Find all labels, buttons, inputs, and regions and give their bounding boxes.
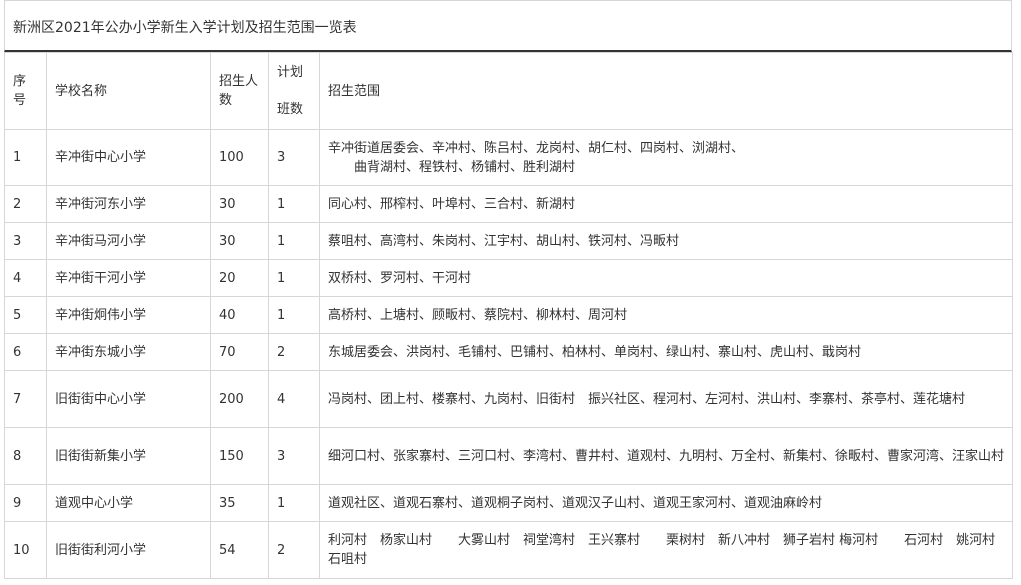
row-school: 辛冲街炯伟小学 [46, 296, 211, 334]
header-enroll: 招生人 数 [210, 52, 269, 130]
range-line: 利河村 杨家山村 大雾山村 祠堂湾村 王兴寨村 栗树村 新八冲村 狮子岩村 梅河… [328, 533, 996, 567]
row-no: 3 [4, 222, 47, 260]
range-line: 高桥村、上塘村、顾畈村、蔡院村、柳林村、周河村 [328, 307, 628, 323]
row-range: 东城居委会、洪岗村、毛铺村、巴铺村、柏林村、单岗村、绿山村、寨山村、虎山村、戢岗… [319, 333, 1013, 371]
table-row: 6 辛冲街东城小学 70 2 东城居委会、洪岗村、毛铺村、巴铺村、柏林村、单岗村、绿山村… [4, 333, 1013, 371]
row-no: 9 [4, 484, 47, 522]
header-school: 学校名称 [46, 52, 211, 130]
table-row: 2 辛冲街河东小学 30 1 同心村、邢榨村、叶埠村、三合村、新湖村 [4, 185, 1013, 223]
header-range: 招生范围 [319, 52, 1013, 130]
row-school: 旧街街新集小学 [46, 427, 211, 485]
row-no: 8 [4, 427, 47, 485]
row-classes: 1 [268, 296, 320, 334]
header-plan: 计划 班数 [268, 52, 320, 130]
row-range: 道观社区、道观石寨村、道观桐子岗村、道观汉子山村、道观王家河村、道观油麻岭村 [319, 484, 1013, 522]
page-title: 新洲区2021年公办小学新生入学计划及招生范围一览表 [4, 0, 1012, 52]
range-line: 辛冲街道居委会、辛冲村、陈吕村、龙岗村、胡仁村、四岗村、浏湖村、 [328, 140, 745, 156]
row-school: 道观中心小学 [46, 484, 211, 522]
row-enroll: 30 [210, 185, 269, 223]
range-line: 双桥村、罗河村、干河村 [328, 270, 472, 286]
header-plan-line2: 班数 [277, 102, 304, 117]
row-range: 高桥村、上塘村、顾畈村、蔡院村、柳林村、周河村 [319, 296, 1013, 334]
row-school: 旧街街中心小学 [46, 370, 211, 428]
row-range: 利河村 杨家山村 大雾山村 祠堂湾村 王兴寨村 栗树村 新八冲村 狮子岩村 梅河… [319, 521, 1013, 579]
row-no: 2 [4, 185, 47, 223]
row-enroll: 54 [210, 521, 269, 579]
table-row: 4 辛冲街干河小学 20 1 双桥村、罗河村、干河村 [4, 259, 1013, 297]
row-school: 辛冲街河东小学 [46, 185, 211, 223]
table-container: 新洲区2021年公办小学新生入学计划及招生范围一览表 序 号 学校名称 招生人 … [4, 0, 1013, 579]
table-row: 5 辛冲街炯伟小学 40 1 高桥村、上塘村、顾畈村、蔡院村、柳林村、周河村 [4, 296, 1013, 334]
table-body: 序 号 学校名称 招生人 数 计划 班数 招生范围 1 辛冲街中心小学 100 3 辛冲… [4, 52, 1013, 579]
header-no-line1: 序 [13, 74, 27, 89]
row-enroll: 70 [210, 333, 269, 371]
table-row: 3 辛冲街马河小学 30 1 蔡咀村、高湾村、朱岗村、江宇村、胡山村、铁河村、冯畈村 [4, 222, 1013, 260]
range-line: 曲背湖村、程铁村、杨铺村、胜利湖村 [354, 159, 576, 175]
range-line: 冯岗村、团上村、楼寨村、九岗村、旧街村 振兴社区、程河村、左河村、洪山村、李寨村… [328, 391, 966, 407]
range-line: 蔡咀村、高湾村、朱岗村、江宇村、胡山村、铁河村、冯畈村 [328, 233, 680, 249]
row-classes: 1 [268, 185, 320, 223]
row-school: 旧街街利河小学 [46, 521, 211, 579]
row-classes: 4 [268, 370, 320, 428]
row-enroll: 40 [210, 296, 269, 334]
row-no: 7 [4, 370, 47, 428]
header-enroll-line1: 招生人 [219, 74, 259, 89]
row-range: 细河口村、张家寨村、三河口村、李湾村、曹井村、道观村、九明村、万全村、新集村、徐… [319, 427, 1013, 485]
row-enroll: 20 [210, 259, 269, 297]
row-range: 辛冲街道居委会、辛冲村、陈吕村、龙岗村、胡仁村、四岗村、浏湖村、曲背湖村、程铁村… [319, 129, 1013, 186]
row-enroll: 200 [210, 370, 269, 428]
row-classes: 1 [268, 222, 320, 260]
row-enroll: 100 [210, 129, 269, 186]
row-no: 10 [4, 521, 47, 579]
row-enroll: 30 [210, 222, 269, 260]
row-enroll: 35 [210, 484, 269, 522]
range-line: 同心村、邢榨村、叶埠村、三合村、新湖村 [328, 196, 576, 212]
row-no: 4 [4, 259, 47, 297]
row-classes: 1 [268, 484, 320, 522]
header-no: 序 号 [4, 52, 47, 130]
range-line: 道观社区、道观石寨村、道观桐子岗村、道观汉子山村、道观王家河村、道观油麻岭村 [328, 495, 823, 511]
table-row: 8 旧街街新集小学 150 3 细河口村、张家寨村、三河口村、李湾村、曹井村、道观村、九… [4, 427, 1013, 485]
row-range: 双桥村、罗河村、干河村 [319, 259, 1013, 297]
table-row: 7 旧街街中心小学 200 4 冯岗村、团上村、楼寨村、九岗村、旧街村 振兴社区、程河村… [4, 370, 1013, 428]
row-school: 辛冲街中心小学 [46, 129, 211, 186]
table-header-row: 序 号 学校名称 招生人 数 计划 班数 招生范围 [4, 52, 1013, 130]
row-school: 辛冲街干河小学 [46, 259, 211, 297]
row-enroll: 150 [210, 427, 269, 485]
row-range: 蔡咀村、高湾村、朱岗村、江宇村、胡山村、铁河村、冯畈村 [319, 222, 1013, 260]
range-line: 东城居委会、洪岗村、毛铺村、巴铺村、柏林村、单岗村、绿山村、寨山村、虎山村、戢岗… [328, 344, 862, 360]
enrollment-table: 序 号 学校名称 招生人 数 计划 班数 招生范围 1 辛冲街中心小学 100 3 辛冲… [4, 52, 1013, 579]
header-no-line2: 号 [13, 93, 27, 108]
table-row: 9 道观中心小学 35 1 道观社区、道观石寨村、道观桐子岗村、道观汉子山村、道观王家河… [4, 484, 1013, 522]
row-classes: 2 [268, 333, 320, 371]
row-school: 辛冲街东城小学 [46, 333, 211, 371]
row-classes: 3 [268, 129, 320, 186]
header-enroll-line2: 数 [219, 93, 233, 108]
table-row: 1 辛冲街中心小学 100 3 辛冲街道居委会、辛冲村、陈吕村、龙岗村、胡仁村、四岗村、… [4, 129, 1013, 186]
row-classes: 1 [268, 259, 320, 297]
range-line: 细河口村、张家寨村、三河口村、李湾村、曹井村、道观村、九明村、万全村、新集村、徐… [328, 448, 1005, 464]
row-no: 6 [4, 333, 47, 371]
row-no: 5 [4, 296, 47, 334]
row-school: 辛冲街马河小学 [46, 222, 211, 260]
header-plan-line1: 计划 [277, 65, 304, 80]
row-range: 同心村、邢榨村、叶埠村、三合村、新湖村 [319, 185, 1013, 223]
row-range: 冯岗村、团上村、楼寨村、九岗村、旧街村 振兴社区、程河村、左河村、洪山村、李寨村… [319, 370, 1013, 428]
row-classes: 3 [268, 427, 320, 485]
row-classes: 2 [268, 521, 320, 579]
table-row: 10 旧街街利河小学 54 2 利河村 杨家山村 大雾山村 祠堂湾村 王兴寨村 栗树村 … [4, 521, 1013, 579]
row-no: 1 [4, 129, 47, 186]
